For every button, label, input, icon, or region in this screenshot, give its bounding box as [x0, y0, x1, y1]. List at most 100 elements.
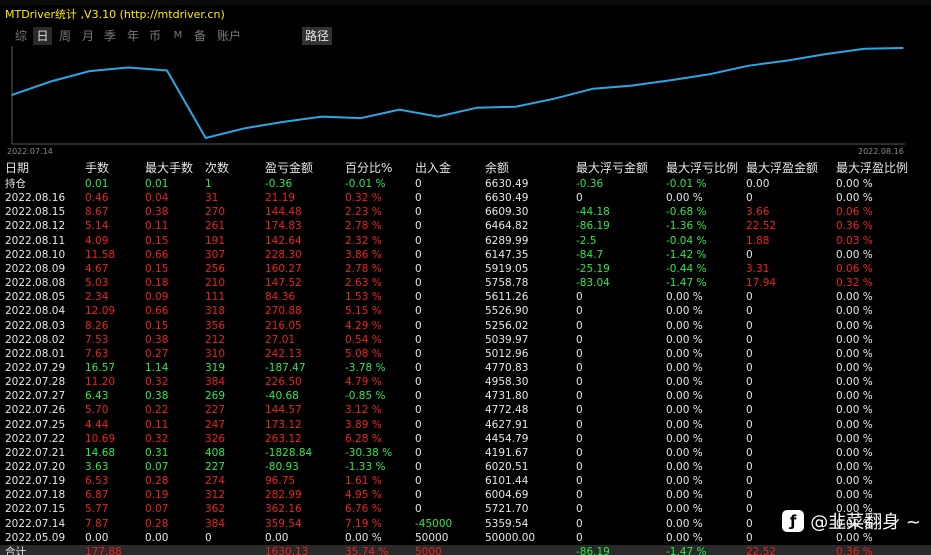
cell-max-drawdown-pct: 0.00 % — [666, 503, 703, 516]
cell-cash-flow: 0 — [415, 178, 422, 190]
header-max-drawdown-pct: 最大浮亏比例 — [666, 161, 739, 175]
cell-pct: -0.85 % — [345, 390, 386, 403]
cell-cash-flow: 0 — [415, 333, 422, 346]
table-row[interactable]: 2022.08.04 12.09 0.66 318 270.88 5.15 % 0 5526.… — [0, 304, 931, 318]
table-row[interactable]: 持仓 0.01 0.01 1 -0.36 -0.01 % 0 6630.49 -0.36 -0.0… — [0, 177, 931, 191]
cell-balance: 5758.78 — [485, 277, 529, 290]
cell-pct: 2.78 % — [345, 220, 382, 233]
cell-lots: 8.67 — [85, 206, 109, 219]
cell-cash-flow: 0 — [415, 489, 422, 502]
cell-max-drawdown: 0 — [576, 404, 583, 417]
cell-max-drawdown: 0 — [576, 489, 583, 502]
cell-max-float-profit: 0 — [746, 432, 753, 445]
watermark: ƒ @韭菜翻身 ~ — [782, 508, 921, 534]
tab-path[interactable]: 路径 — [302, 27, 332, 45]
cell-trade-count: 384 — [205, 517, 226, 530]
cell-max-lots: 0.32 — [145, 376, 169, 389]
cell-trade-count: 408 — [205, 446, 226, 459]
cell-lots: 4.44 — [85, 418, 109, 431]
cell-max-drawdown: 0 — [576, 531, 583, 544]
table-row[interactable]: 2022.08.15 8.67 0.38 270 144.48 2.23 % 0 6609.3… — [0, 205, 931, 219]
cell-max-float-profit: 0.00 — [746, 178, 770, 190]
table-row[interactable]: 2022.07.18 6.87 0.19 312 282.99 4.95 % 0 6004.6… — [0, 488, 931, 502]
table-row[interactable]: 2022.08.02 7.53 0.38 212 27.01 0.54 % 0 5039.97… — [0, 333, 931, 347]
cell-trade-count: 318 — [205, 305, 226, 318]
table-row[interactable]: 2022.08.01 7.63 0.27 310 242.13 5.08 % 0 5012.9… — [0, 347, 931, 361]
cell-max-float-profit: 0 — [746, 291, 753, 304]
table-row[interactable]: 2022.08.05 2.34 0.09 111 84.36 1.53 % 0 5611.26… — [0, 290, 931, 304]
cell-max-drawdown: -25.19 — [576, 262, 610, 275]
cell-max-lots: 0.27 — [145, 347, 169, 360]
table-row[interactable]: 2022.07.22 10.69 0.32 326 263.12 6.28 % 0 4454.… — [0, 432, 931, 446]
table-row[interactable]: 2022.08.03 8.26 0.15 356 216.05 4.29 % 0 5256.0… — [0, 319, 931, 333]
cell-max-float-profit-pct: 0.00 % — [836, 432, 873, 445]
cell-max-drawdown: 0 — [576, 461, 583, 473]
cell-pnl: 173.12 — [265, 418, 302, 431]
cell-max-drawdown: 0 — [576, 319, 583, 332]
cell-max-drawdown-pct: -1.47 % — [666, 277, 707, 290]
table-row[interactable]: 2022.07.21 14.68 0.31 408 -1828.84 -30.38 % 0 4… — [0, 446, 931, 460]
cell-max-lots: 0.32 — [145, 432, 169, 445]
table-row[interactable]: 2022.07.19 6.53 0.28 274 96.75 1.61 % 0 6101.44… — [0, 474, 931, 488]
table-row[interactable]: 2022.08.10 11.58 0.66 307 228.30 3.86 % 0 6147.… — [0, 248, 931, 262]
table-row[interactable]: 2022.07.28 11.20 0.32 384 226.50 4.79 % 0 4958.… — [0, 375, 931, 389]
cell-max-float-profit: 0 — [746, 319, 753, 332]
cell-max-drawdown-pct: 0.00 % — [666, 376, 703, 389]
cell-pct: 6.28 % — [345, 432, 382, 445]
cell-max-float-profit: 0 — [746, 531, 753, 544]
chart-point — [321, 115, 323, 118]
cell-pnl: 270.88 — [265, 305, 302, 318]
tab-m[interactable]: M — [168, 27, 188, 45]
cell-max-drawdown: 0 — [576, 418, 583, 431]
cell-date: 2022.07.26 — [5, 404, 66, 417]
table-row[interactable]: 2022.07.27 6.43 0.38 269 -40.68 -0.85 % 0 4731.… — [0, 389, 931, 403]
table-row[interactable]: 2022.07.25 4.44 0.11 247 173.12 3.89 % 0 4627.9… — [0, 418, 931, 432]
tab-quarter[interactable]: 季 — [100, 27, 120, 45]
cell-cash-flow: 0 — [415, 418, 422, 431]
table-row[interactable]: 2022.08.12 5.14 0.11 261 174.83 2.78 % 0 6464.8… — [0, 219, 931, 233]
total-pct: 35.74 % — [345, 545, 389, 555]
chart-point — [243, 127, 246, 130]
cell-max-float-profit-pct: 0.00 % — [836, 404, 873, 417]
table-row[interactable]: 2022.08.09 4.67 0.15 256 160.27 2.78 % 0 5919.0… — [0, 262, 931, 276]
table-row[interactable]: 2022.08.16 0.46 0.04 31 21.19 0.32 % 0 6630.49 0… — [0, 191, 931, 205]
cell-max-float-profit-pct: 0.00 % — [836, 461, 873, 473]
cell-trade-count: 31 — [205, 192, 219, 205]
table-row[interactable]: 2022.07.29 16.57 1.14 319 -187.47 -3.78 % 0 477… — [0, 361, 931, 375]
cell-trade-count: 362 — [205, 503, 226, 516]
cell-max-drawdown: 0 — [576, 333, 583, 346]
tab-account[interactable]: 账户 — [214, 27, 244, 45]
chart-point — [476, 106, 478, 109]
cell-cash-flow: 0 — [415, 220, 422, 233]
cell-max-float-profit: 0 — [746, 461, 753, 473]
total-max-float-profit: 22.52 — [746, 545, 777, 555]
cell-max-float-profit: 0 — [746, 517, 753, 530]
cell-balance: 4772.48 — [485, 404, 529, 417]
cell-cash-flow: 0 — [415, 291, 422, 304]
cell-pct: 2.78 % — [345, 262, 382, 275]
cell-lots: 5.70 — [85, 404, 109, 417]
tab-day[interactable]: 日 — [33, 27, 52, 45]
tab-month[interactable]: 月 — [78, 27, 98, 45]
table-total-row: 合计 177.88 1630.13 35.74 % 5000 -86.19 -1.47 % 2… — [0, 544, 931, 555]
cell-lots: 5.77 — [85, 503, 109, 516]
table-row[interactable]: 2022.07.20 3.63 0.07 227 -80.93 -1.33 % 0 6020.… — [0, 460, 931, 474]
tab-year[interactable]: 年 — [123, 27, 143, 45]
tab-summary[interactable]: 综 — [10, 27, 32, 45]
table-row[interactable]: 2022.08.08 5.03 0.18 210 147.52 2.63 % 0 5758.7… — [0, 276, 931, 290]
table-row[interactable]: 2022.07.26 5.70 0.22 227 144.57 3.12 % 0 4772.4… — [0, 403, 931, 417]
cell-max-drawdown-pct: 0.00 % — [666, 192, 703, 205]
cell-pct: 2.32 % — [345, 234, 382, 247]
tab-week[interactable]: 周 — [55, 27, 75, 45]
cell-cash-flow: 0 — [415, 390, 422, 403]
tab-note[interactable]: 备 — [190, 27, 210, 45]
cell-date: 2022.08.12 — [5, 220, 66, 233]
cell-pct: 3.86 % — [345, 248, 382, 261]
cell-date: 2022.08.10 — [5, 248, 66, 261]
cell-max-drawdown-pct: 0.00 % — [666, 489, 703, 502]
cell-max-float-profit: 0 — [746, 446, 753, 459]
tab-currency[interactable]: 币 — [145, 27, 165, 45]
cell-trade-count: 191 — [205, 234, 226, 247]
table-row[interactable]: 2022.08.11 4.09 0.15 191 142.64 2.32 % 0 6289.9… — [0, 234, 931, 248]
cell-date: 持仓 — [5, 178, 26, 190]
